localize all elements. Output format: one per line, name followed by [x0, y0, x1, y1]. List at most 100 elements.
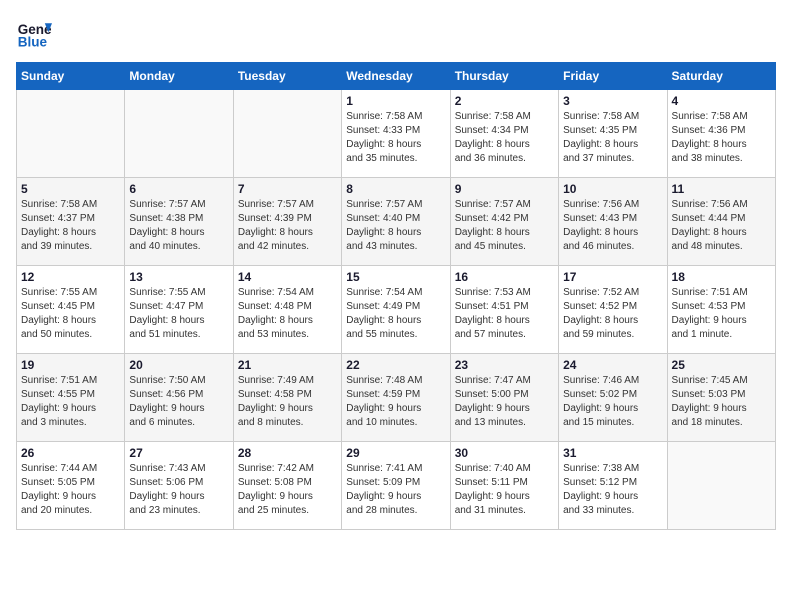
calendar-cell: 6 Sunrise: 7:57 AM Sunset: 4:38 PM Daylig…	[125, 178, 233, 266]
weekday-header-thursday: Thursday	[450, 63, 558, 90]
calendar-cell	[667, 442, 775, 530]
day-number: 30	[455, 446, 554, 460]
calendar-week-row: 26 Sunrise: 7:44 AM Sunset: 5:05 PM Dayli…	[17, 442, 776, 530]
day-info: Sunrise: 7:50 AM Sunset: 4:56 PM Dayligh…	[129, 374, 228, 430]
calendar-cell: 24Sunrise: 7:46 AM Sunset: 5:02 PM Dayli…	[559, 354, 667, 442]
day-number: 28	[238, 446, 337, 460]
calendar-week-row: 19Sunrise: 7:51 AM Sunset: 4:55 PM Dayli…	[17, 354, 776, 442]
day-number: 17	[563, 270, 662, 284]
day-number: 14	[238, 270, 337, 284]
calendar-cell: 31 Sunrise: 7:38 AM Sunset: 5:12 PM Dayli…	[559, 442, 667, 530]
calendar-cell: 13 Sunrise: 7:55 AM Sunset: 4:47 PM Dayli…	[125, 266, 233, 354]
day-info: Sunrise: 7:44 AM Sunset: 5:05 PM Dayligh…	[21, 462, 120, 518]
day-number: 11	[672, 182, 771, 196]
day-info: Sunrise: 7:47 AM Sunset: 5:00 PM Dayligh…	[455, 374, 554, 430]
day-info: Sunrise: 7:43 AM Sunset: 5:06 PM Dayligh…	[129, 462, 228, 518]
day-number: 15	[346, 270, 445, 284]
day-info: Sunrise: 7:58 AM Sunset: 4:35 PM Dayligh…	[563, 110, 662, 166]
day-number: 4	[672, 94, 771, 108]
weekday-header-monday: Monday	[125, 63, 233, 90]
day-number: 8	[346, 182, 445, 196]
day-number: 9	[455, 182, 554, 196]
calendar-cell	[233, 90, 341, 178]
svg-text:Blue: Blue	[18, 35, 48, 50]
day-number: 25	[672, 358, 771, 372]
day-info: Sunrise: 7:41 AM Sunset: 5:09 PM Dayligh…	[346, 462, 445, 518]
day-info: Sunrise: 7:54 AM Sunset: 4:48 PM Dayligh…	[238, 286, 337, 342]
day-info: Sunrise: 7:42 AM Sunset: 5:08 PM Dayligh…	[238, 462, 337, 518]
calendar-cell: 30 Sunrise: 7:40 AM Sunset: 5:11 PM Dayli…	[450, 442, 558, 530]
weekday-header-wednesday: Wednesday	[342, 63, 450, 90]
calendar-cell: 8 Sunrise: 7:57 AM Sunset: 4:40 PM Daylig…	[342, 178, 450, 266]
day-info: Sunrise: 7:56 AM Sunset: 4:43 PM Dayligh…	[563, 198, 662, 254]
day-info: Sunrise: 7:58 AM Sunset: 4:36 PM Dayligh…	[672, 110, 771, 166]
day-number: 2	[455, 94, 554, 108]
day-info: Sunrise: 7:57 AM Sunset: 4:42 PM Dayligh…	[455, 198, 554, 254]
weekday-header-sunday: Sunday	[17, 63, 125, 90]
day-number: 21	[238, 358, 337, 372]
day-number: 24	[563, 358, 662, 372]
calendar-cell: 27Sunrise: 7:43 AM Sunset: 5:06 PM Dayli…	[125, 442, 233, 530]
day-info: Sunrise: 7:58 AM Sunset: 4:33 PM Dayligh…	[346, 110, 445, 166]
calendar-cell: 21 Sunrise: 7:49 AM Sunset: 4:58 PM Dayli…	[233, 354, 341, 442]
calendar-cell: 12Sunrise: 7:55 AM Sunset: 4:45 PM Dayli…	[17, 266, 125, 354]
calendar-week-row: 1 Sunrise: 7:58 AM Sunset: 4:33 PM Daylig…	[17, 90, 776, 178]
day-info: Sunrise: 7:57 AM Sunset: 4:40 PM Dayligh…	[346, 198, 445, 254]
day-info: Sunrise: 7:45 AM Sunset: 5:03 PM Dayligh…	[672, 374, 771, 430]
calendar-cell: 15 Sunrise: 7:54 AM Sunset: 4:49 PM Dayli…	[342, 266, 450, 354]
weekday-header-saturday: Saturday	[667, 63, 775, 90]
day-number: 31	[563, 446, 662, 460]
day-info: Sunrise: 7:56 AM Sunset: 4:44 PM Dayligh…	[672, 198, 771, 254]
calendar-cell: 1 Sunrise: 7:58 AM Sunset: 4:33 PM Daylig…	[342, 90, 450, 178]
day-info: Sunrise: 7:57 AM Sunset: 4:38 PM Dayligh…	[129, 198, 228, 254]
calendar-cell: 3 Sunrise: 7:58 AM Sunset: 4:35 PM Daylig…	[559, 90, 667, 178]
weekday-header-row: SundayMondayTuesdayWednesdayThursdayFrid…	[17, 63, 776, 90]
weekday-header-tuesday: Tuesday	[233, 63, 341, 90]
calendar-week-row: 5 Sunrise: 7:58 AM Sunset: 4:37 PM Daylig…	[17, 178, 776, 266]
calendar-week-row: 12Sunrise: 7:55 AM Sunset: 4:45 PM Dayli…	[17, 266, 776, 354]
logo: General Blue	[16, 16, 48, 52]
day-info: Sunrise: 7:57 AM Sunset: 4:39 PM Dayligh…	[238, 198, 337, 254]
day-number: 12	[21, 270, 120, 284]
calendar-cell: 4 Sunrise: 7:58 AM Sunset: 4:36 PM Daylig…	[667, 90, 775, 178]
day-number: 10	[563, 182, 662, 196]
calendar-cell: 25 Sunrise: 7:45 AM Sunset: 5:03 PM Dayli…	[667, 354, 775, 442]
day-info: Sunrise: 7:51 AM Sunset: 4:55 PM Dayligh…	[21, 374, 120, 430]
day-number: 18	[672, 270, 771, 284]
calendar-cell	[17, 90, 125, 178]
calendar-cell: 22Sunrise: 7:48 AM Sunset: 4:59 PM Dayli…	[342, 354, 450, 442]
day-info: Sunrise: 7:38 AM Sunset: 5:12 PM Dayligh…	[563, 462, 662, 518]
calendar-cell: 23 Sunrise: 7:47 AM Sunset: 5:00 PM Dayli…	[450, 354, 558, 442]
day-number: 20	[129, 358, 228, 372]
weekday-header-friday: Friday	[559, 63, 667, 90]
day-number: 1	[346, 94, 445, 108]
day-info: Sunrise: 7:58 AM Sunset: 4:37 PM Dayligh…	[21, 198, 120, 254]
page-header: General Blue	[16, 16, 776, 52]
calendar-cell: 16Sunrise: 7:53 AM Sunset: 4:51 PM Dayli…	[450, 266, 558, 354]
day-number: 16	[455, 270, 554, 284]
day-info: Sunrise: 7:40 AM Sunset: 5:11 PM Dayligh…	[455, 462, 554, 518]
day-number: 13	[129, 270, 228, 284]
day-number: 23	[455, 358, 554, 372]
calendar-cell: 5 Sunrise: 7:58 AM Sunset: 4:37 PM Daylig…	[17, 178, 125, 266]
day-number: 26	[21, 446, 120, 460]
calendar-cell: 19Sunrise: 7:51 AM Sunset: 4:55 PM Dayli…	[17, 354, 125, 442]
day-info: Sunrise: 7:58 AM Sunset: 4:34 PM Dayligh…	[455, 110, 554, 166]
day-info: Sunrise: 7:55 AM Sunset: 4:47 PM Dayligh…	[129, 286, 228, 342]
day-number: 7	[238, 182, 337, 196]
day-info: Sunrise: 7:49 AM Sunset: 4:58 PM Dayligh…	[238, 374, 337, 430]
day-number: 5	[21, 182, 120, 196]
calendar-cell: 18 Sunrise: 7:51 AM Sunset: 4:53 PM Dayli…	[667, 266, 775, 354]
logo-icon: General Blue	[16, 16, 52, 52]
day-number: 3	[563, 94, 662, 108]
day-number: 6	[129, 182, 228, 196]
day-info: Sunrise: 7:54 AM Sunset: 4:49 PM Dayligh…	[346, 286, 445, 342]
calendar-cell: 7 Sunrise: 7:57 AM Sunset: 4:39 PM Daylig…	[233, 178, 341, 266]
calendar-cell: 29Sunrise: 7:41 AM Sunset: 5:09 PM Dayli…	[342, 442, 450, 530]
calendar-table: SundayMondayTuesdayWednesdayThursdayFrid…	[16, 62, 776, 530]
day-info: Sunrise: 7:48 AM Sunset: 4:59 PM Dayligh…	[346, 374, 445, 430]
day-info: Sunrise: 7:51 AM Sunset: 4:53 PM Dayligh…	[672, 286, 771, 342]
calendar-cell: 10 Sunrise: 7:56 AM Sunset: 4:43 PM Dayli…	[559, 178, 667, 266]
calendar-cell: 20 Sunrise: 7:50 AM Sunset: 4:56 PM Dayli…	[125, 354, 233, 442]
calendar-cell: 14 Sunrise: 7:54 AM Sunset: 4:48 PM Dayli…	[233, 266, 341, 354]
